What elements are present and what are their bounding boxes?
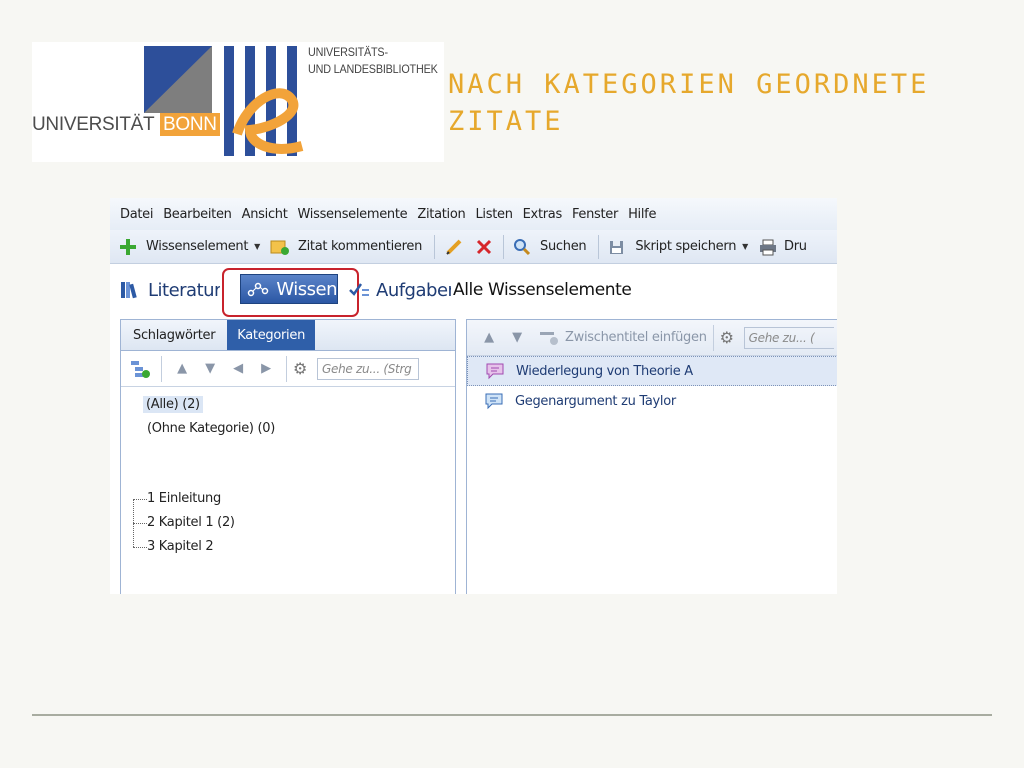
skript-speichern-label: Skript speichern — [635, 239, 737, 254]
category-search-placeholder: Gehe zu... (Strg — [322, 361, 412, 376]
tree-item-ohne-kategorie[interactable]: (Ohne Kategorie) (0) — [147, 421, 275, 436]
menu-zitation[interactable]: Zitation — [417, 207, 465, 222]
toolbar-separator — [598, 234, 600, 259]
drucken-button[interactable]: Dru — [758, 237, 807, 257]
suchen-button[interactable]: Suchen — [512, 237, 587, 257]
zitat-kommentieren-label: Zitat kommentieren — [298, 239, 423, 254]
knowledge-toolbar: ▲ ▼ Zwischentitel einfügen ⚙ Gehe zu... … — [467, 320, 837, 356]
pencil-icon[interactable] — [443, 236, 465, 258]
menu-datei[interactable]: Datei — [120, 207, 153, 222]
knowledge-item-row[interactable]: Gegenargument zu Taylor — [467, 386, 837, 416]
ulb-logo-text: UNIVERSITÄTS- UND LANDESBIBLIOTHEK — [308, 45, 438, 76]
tree-item-alle[interactable]: (Alle) (2) — [143, 396, 203, 413]
toolbar-separator — [712, 324, 714, 351]
knowledge-network-icon — [245, 276, 270, 302]
category-panel: Schlagwörter Kategorien ▲ ▼ ◀ ▶ ⚙ Gehe z… — [120, 319, 456, 594]
tab-aufgaben-label: Aufgaben — [376, 279, 451, 301]
knowledge-search-input[interactable]: Gehe zu... ( — [743, 326, 834, 349]
arrow-up-icon[interactable]: ▲ — [475, 330, 503, 345]
menu-bearbeiten[interactable]: Bearbeiten — [163, 207, 232, 222]
tree-connector — [133, 523, 147, 524]
knowledge-item-label: Gegenargument zu Taylor — [515, 393, 676, 409]
university-logo: UNIVERSITÄT BONN UNIVERSITÄTS- UND LANDE… — [32, 42, 444, 162]
search-icon — [512, 237, 532, 257]
menu-extras[interactable]: Extras — [523, 207, 563, 222]
tree-connector — [133, 547, 147, 548]
save-script-icon — [607, 237, 627, 257]
books-icon — [120, 277, 142, 303]
tree-connector — [133, 499, 147, 500]
main-toolbar: Wissenselement ▼ Zitat kommentieren Such… — [110, 230, 837, 264]
menu-hilfe[interactable]: Hilfe — [628, 207, 656, 222]
zwischentitel-button[interactable]: Zwischentitel einfügen — [539, 329, 707, 347]
tab-schlagwoerter[interactable]: Schlagwörter — [121, 320, 227, 350]
toolbar-separator — [286, 355, 287, 382]
tab-wissen-label: Wissen — [276, 278, 337, 300]
knowledge-item-row[interactable]: Wiederlegung von Theorie A — [467, 356, 837, 386]
insert-heading-icon — [539, 329, 565, 347]
comment-icon — [483, 392, 505, 410]
gear-icon[interactable]: ⚙ — [720, 328, 744, 347]
tree-item-einleitung[interactable]: 1 Einleitung — [147, 491, 221, 506]
arrow-up-icon[interactable]: ▲ — [168, 361, 196, 376]
tab-kategorien[interactable]: Kategorien — [227, 320, 316, 350]
zitat-kommentieren-button[interactable]: Zitat kommentieren — [270, 237, 422, 257]
tab-aufgaben[interactable]: Aufgaben — [348, 273, 451, 307]
skript-speichern-button[interactable]: Skript speichern ▼ — [607, 237, 748, 257]
bonn-logo-text: UNIVERSITÄT BONN — [32, 113, 220, 136]
slide-title: NACH KATEGORIEN GEORDNETE ZITATE — [448, 69, 930, 137]
tree-item-kapitel-2[interactable]: 3 Kapitel 2 — [147, 539, 214, 554]
knowledge-search-placeholder: Gehe zu... ( — [748, 330, 815, 345]
toolbar-separator — [503, 234, 505, 259]
category-panel-tabs: Schlagwörter Kategorien — [121, 320, 455, 351]
knowledge-list-panel: ▲ ▼ Zwischentitel einfügen ⚙ Gehe zu... … — [466, 319, 837, 594]
arrow-down-icon[interactable]: ▼ — [196, 361, 224, 376]
footer-divider — [32, 714, 992, 716]
tab-literatur[interactable]: Literatur — [120, 273, 220, 307]
view-title: Alle Wissenselemente — [453, 280, 632, 300]
tab-wissen[interactable]: Wissen — [240, 274, 338, 304]
menu-bar: Datei Bearbeiten Ansicht Wissenselemente… — [110, 198, 837, 230]
tree-item-kapitel-1[interactable]: 2 Kapitel 1 (2) — [147, 515, 235, 530]
citavi-window: Datei Bearbeiten Ansicht Wissenselemente… — [110, 198, 837, 594]
category-tree: (Alle) (2) (Ohne Kategorie) (0) 1 Einlei… — [121, 387, 455, 587]
delete-icon[interactable] — [473, 236, 495, 258]
suchen-label: Suchen — [540, 239, 587, 254]
knowledge-item-label: Wiederlegung von Theorie A — [516, 363, 693, 379]
printer-icon — [758, 237, 778, 257]
comment-icon — [484, 362, 506, 380]
new-wissenselement-button[interactable]: Wissenselement ▼ — [118, 237, 260, 257]
tab-literatur-label: Literatur — [148, 279, 220, 301]
arrow-left-icon[interactable]: ◀ — [224, 361, 252, 376]
zwischentitel-label: Zwischentitel einfügen — [565, 330, 707, 345]
add-category-icon[interactable] — [129, 359, 155, 379]
comment-add-icon — [270, 237, 290, 257]
menu-fenster[interactable]: Fenster — [572, 207, 618, 222]
menu-wissenselemente[interactable]: Wissenselemente — [298, 207, 408, 222]
gear-icon[interactable]: ⚙ — [293, 359, 317, 378]
view-switcher-bar: Literatur Wissen Aufgaben Alle Wissensel… — [110, 265, 837, 317]
arrow-down-icon[interactable]: ▼ — [503, 330, 531, 345]
dropdown-arrow-icon[interactable]: ▼ — [254, 242, 260, 251]
arrow-right-icon[interactable]: ▶ — [252, 361, 280, 376]
toolbar-separator — [434, 234, 436, 259]
menu-ansicht[interactable]: Ansicht — [242, 207, 288, 222]
plus-icon — [118, 237, 138, 257]
dropdown-arrow-icon[interactable]: ▼ — [742, 242, 748, 251]
menu-listen[interactable]: Listen — [475, 207, 512, 222]
wissenselement-label: Wissenselement — [146, 239, 249, 254]
toolbar-separator — [161, 355, 162, 382]
tasks-checklist-icon — [348, 277, 370, 303]
category-toolbar: ▲ ▼ ◀ ▶ ⚙ Gehe zu... (Strg — [121, 351, 455, 387]
category-search-input[interactable]: Gehe zu... (Strg — [317, 357, 419, 380]
drucken-label: Dru — [784, 239, 807, 254]
